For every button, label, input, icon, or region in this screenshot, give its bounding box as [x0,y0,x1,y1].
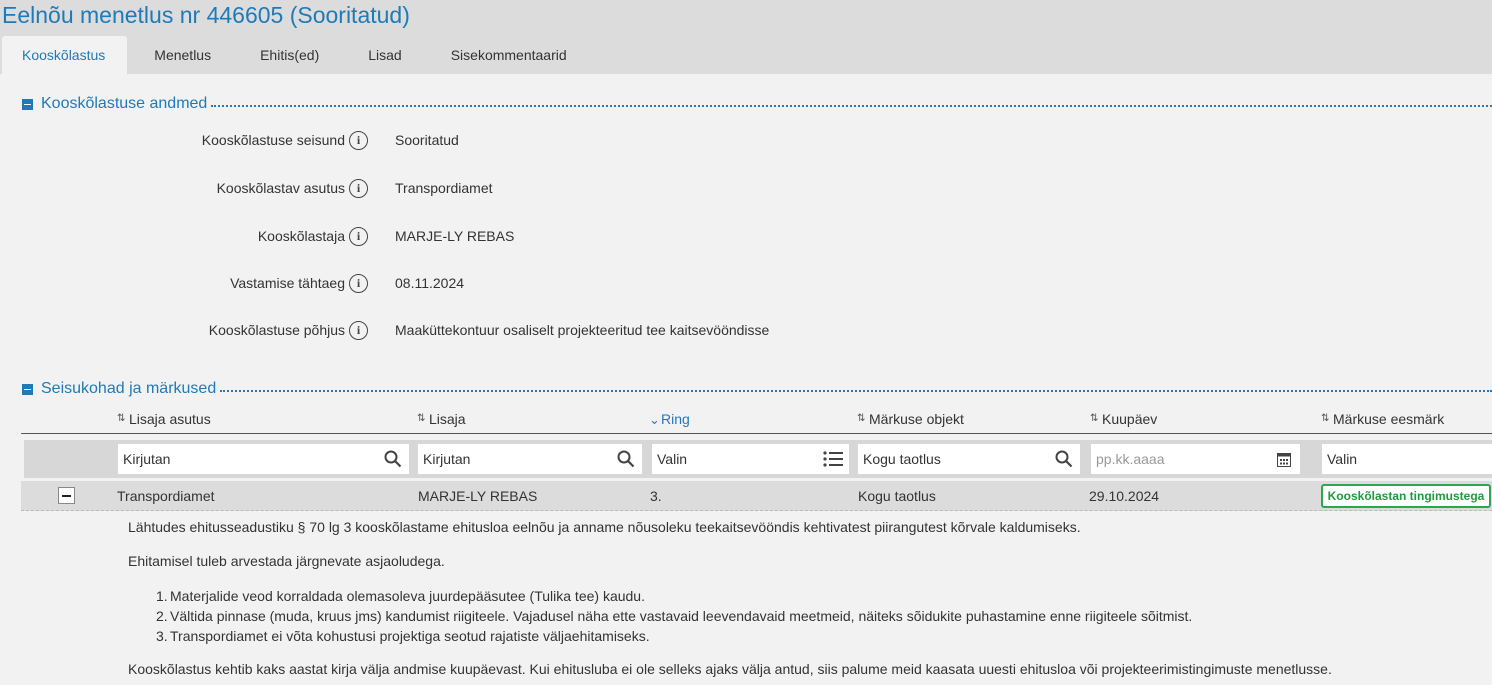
field-label: Kooskõlastaja [257,228,345,244]
field-asutus: Kooskõlastav asutus i Transpordiamet [0,176,1100,200]
table-row[interactable]: Transpordiamet MARJE-LY REBAS 3. Kogu ta… [21,481,1492,511]
chevron-down-icon: ⌄ [649,411,660,427]
calendar-icon[interactable] [1274,449,1294,469]
filter-row [24,440,1492,478]
filter-markuse-objekt-input[interactable] [863,451,1080,467]
filter-ring [652,444,849,474]
column-header-lisaja-asutus[interactable]: ⇅ Lisaja asutus [117,411,211,427]
tab-ehitised[interactable]: Ehitis(ed) [233,36,341,74]
search-icon[interactable] [383,449,403,469]
field-pohjus: Kooskõlastuse põhjus i Maaküttekontuur o… [0,318,1100,342]
tab-lisad[interactable]: Lisad [341,36,426,74]
column-label: Märkuse eesmärk [1333,411,1445,427]
condition-list: 1. Materjalide veod korraldada olemasolev… [156,586,1192,646]
info-icon[interactable]: i [349,273,368,293]
section-header-kooskolastuse-andmed[interactable]: Kooskõlastuse andmed [22,94,1492,114]
tab-menetlus[interactable]: Menetlus [127,36,233,74]
filter-lisaja [418,444,642,474]
column-header-kuupaev[interactable]: ⇅ Kuupäev [1090,411,1157,427]
list-item: 3. Transpordiamet ei võta kohustusi proje… [156,628,650,644]
section-title: Seisukohad ja märkused [41,380,217,397]
column-header-markuse-objekt[interactable]: ⇅ Märkuse objekt [857,411,964,427]
cell-lisaja: MARJE-LY REBAS [418,488,538,504]
field-label: Vastamise tähtaeg [230,275,345,291]
comment-paragraph: Ehitamisel tuleb arvestada järgnevate as… [128,553,445,569]
filter-lisaja-input[interactable] [423,451,642,467]
field-kooskolastaja: Kooskõlastaja i MARJE-LY REBAS [0,224,1100,248]
cell-ring: 3. [650,488,662,504]
field-value: Sooritatud [395,132,459,148]
sort-icon: ⇅ [857,413,866,424]
field-label: Kooskõlastav asutus [216,180,345,196]
header-bar: Eelnõu menetlus nr 446605 (Sooritatud) K… [0,0,1492,74]
search-icon[interactable] [1054,449,1074,469]
field-value: Maaküttekontuur osaliselt projekteeritud… [395,322,770,338]
info-icon[interactable]: i [349,130,368,150]
tab-sisekommentaarid[interactable]: Sisekommentaarid [427,36,587,74]
collapse-icon[interactable] [22,383,33,395]
field-value: 08.11.2024 [395,275,465,291]
column-label: Lisaja [429,411,466,427]
sort-icon: ⇅ [1321,413,1330,424]
field-value: Transpordiamet [395,180,493,196]
list-item: 2. Vältida pinnase (muda, kruus jms) kand… [156,608,1193,624]
filter-markuse-eesmark [1322,444,1492,474]
filter-kuupaev-input[interactable] [1096,451,1300,467]
section-title: Kooskõlastuse andmed [41,95,208,112]
filter-ring-select[interactable] [657,451,849,467]
column-label: Ring [661,411,690,427]
column-label: Lisaja asutus [129,411,211,427]
cell-asutus: Transpordiamet [117,488,215,504]
filter-kuupaev [1091,444,1300,474]
filter-markuse-eesmark-select[interactable] [1327,451,1492,467]
column-header-markuse-eesmark[interactable]: ⇅ Märkuse eesmärk [1321,411,1444,427]
list-icon[interactable] [823,449,843,469]
collapse-row-icon[interactable] [58,487,75,504]
cell-kuupaev: 29.10.2024 [1089,488,1160,504]
sort-icon: ⇅ [1090,413,1099,424]
field-tahtaeg: Vastamise tähtaeg i 08.11.2024 [0,271,1100,295]
comment-paragraph: Kooskõlastus kehtib kaks aastat kirja vä… [128,661,1332,677]
section-divider [220,389,1492,392]
column-header-lisaja[interactable]: ⇅ Lisaja [417,411,466,427]
column-label: Kuupäev [1102,411,1158,427]
status-badge: Kooskõlastan tingimustega [1321,484,1491,508]
sort-icon: ⇅ [117,413,126,424]
filter-markuse-objekt [858,444,1080,474]
comment-paragraph: Lähtudes ehitusseadustiku § 70 lg 3 koos… [128,519,1081,535]
column-header-ring[interactable]: ⌄ Ring [649,411,690,427]
column-label: Märkuse objekt [869,411,964,427]
info-icon[interactable]: i [349,226,368,246]
tab-bar: Kooskõlastus Menetlus Ehitis(ed) Lisad S… [0,36,587,74]
field-seisund: Kooskõlastuse seisund i Sooritatud [0,128,1100,152]
info-icon[interactable]: i [349,320,368,340]
list-item: 1. Materjalide veod korraldada olemasolev… [156,588,645,604]
page-title: Eelnõu menetlus nr 446605 (Sooritatud) [2,2,410,28]
field-value: MARJE-LY REBAS [395,228,515,244]
section-divider [211,104,1492,107]
sort-icon: ⇅ [417,413,426,424]
search-icon[interactable] [616,449,636,469]
cell-objekt: Kogu taotlus [858,488,936,504]
tab-kooskolastus[interactable]: Kooskõlastus [2,36,128,74]
filter-lisaja-asutus-input[interactable] [123,451,409,467]
info-icon[interactable]: i [349,178,368,198]
field-label: Kooskõlastuse põhjus [208,322,345,338]
section-header-seisukohad[interactable]: Seisukohad ja märkused [22,379,1492,399]
filter-lisaja-asutus [118,444,409,474]
field-label: Kooskõlastuse seisund [201,132,345,148]
collapse-icon[interactable] [22,98,33,110]
table-header: ⇅ Lisaja asutus ⇅ Lisaja ⌄ Ring ⇅ Märkus… [21,408,1492,434]
